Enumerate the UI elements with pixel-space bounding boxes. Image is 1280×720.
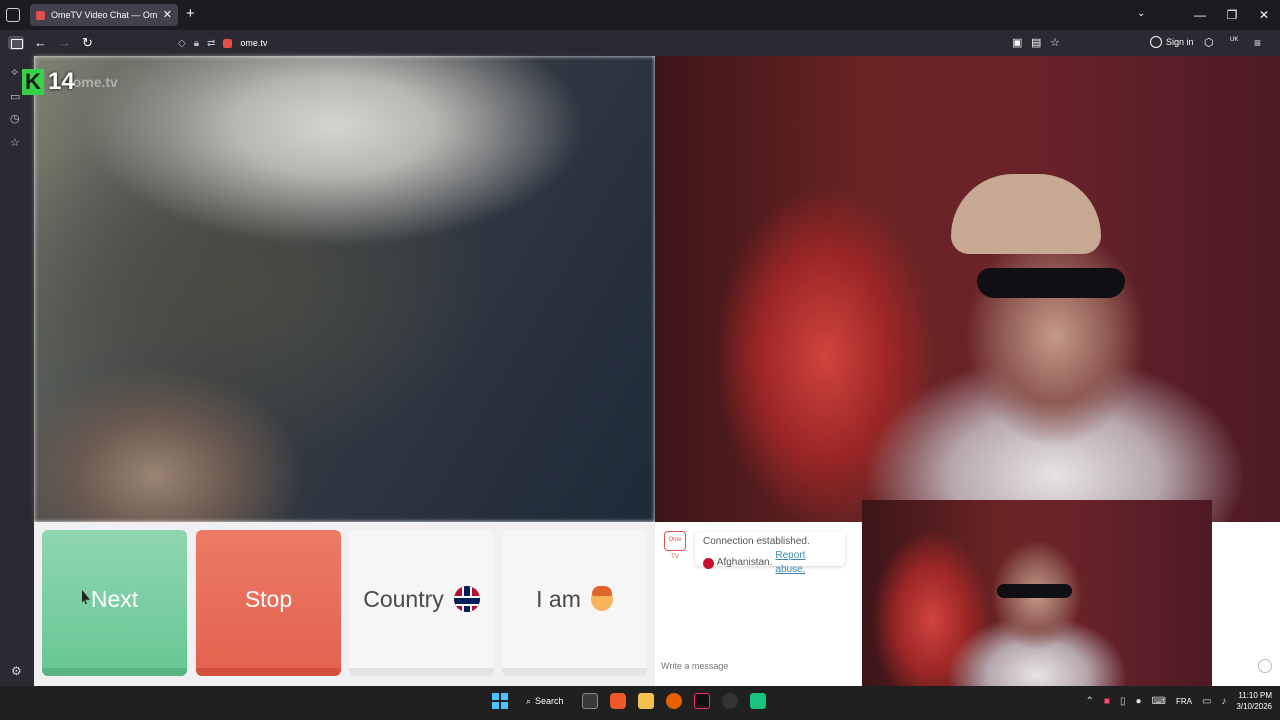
boy-emoji-icon (590, 586, 613, 611)
channel-k-logo: K (22, 69, 44, 95)
afghanistan-flag-icon (703, 557, 714, 569)
channel-number: 14 (48, 68, 75, 95)
search-label: Search (535, 696, 564, 706)
streamer-cap (951, 174, 1101, 254)
streamer-camera-video (655, 56, 1280, 522)
brave-browser-icon[interactable] (609, 693, 626, 709)
ometv-bot-avatar: Ome TV (664, 531, 686, 560)
system-tray: ⌃ ■ ▯ ● ⌨ FRA ▭ ♪ 11:10 PM 3/10/2026 (1086, 690, 1272, 712)
search-icon: ⌕ (526, 695, 532, 706)
tab-bar: OmeTV Video Chat — Omegle ✕ + ⌄ — ❐ ✕ (0, 0, 1280, 30)
window-controls: — ❐ ✕ (1184, 0, 1280, 30)
webcam-sunglasses (997, 584, 1072, 598)
list-all-tabs-icon[interactable]: ⌄ (1137, 8, 1145, 19)
volume-icon[interactable]: ♪ (1221, 696, 1226, 707)
country-label: Country (363, 585, 444, 612)
firefox-icon[interactable] (665, 693, 682, 709)
clock-time: 11:10 PM (1238, 691, 1272, 700)
sign-in-button[interactable]: Sign in (1150, 36, 1194, 48)
country-button[interactable]: Country (349, 530, 494, 676)
norway-flag-icon (453, 586, 480, 612)
partner-country: Afghanistan. (716, 557, 773, 568)
synced-tabs-icon[interactable]: ▭ (10, 90, 20, 103)
stop-button[interactable]: Stop (196, 530, 341, 676)
streamer-sunglasses (977, 268, 1125, 298)
partner-country-line: Afghanistan. Report abuse. (703, 549, 837, 577)
sidebar-toggle-icon[interactable] (8, 36, 24, 50)
taskbar-search-button[interactable]: ⌕ Search (520, 696, 570, 707)
emoji-picker-icon[interactable] (1258, 659, 1272, 673)
stop-label: Stop (244, 585, 293, 612)
bookmark-star-icon[interactable]: ☆ (1050, 35, 1060, 51)
next-button[interactable]: Next (42, 530, 187, 676)
system-message: Connection established. Afghanistan. Rep… (695, 532, 845, 575)
report-abuse-link[interactable]: Report abuse. (775, 549, 837, 577)
taskbar-clock[interactable]: 11:10 PM 3/10/2026 (1236, 690, 1272, 712)
streamer-webcam-overlay (862, 500, 1212, 692)
sign-in-label: Sign in (1166, 37, 1194, 47)
connection-status: Connection established. (703, 536, 810, 547)
extensions-icon[interactable]: ⬡ (1204, 35, 1214, 51)
task-view-icon[interactable] (581, 693, 598, 709)
next-label: Next (90, 585, 139, 612)
lock-icon[interactable]: 🔒︎ (194, 38, 199, 49)
active-tab[interactable]: OmeTV Video Chat — Omegle ✕ (30, 4, 178, 26)
bookmarks-icon[interactable]: ☆ (10, 136, 20, 149)
message-input[interactable] (661, 658, 861, 674)
chat-panel: Ome TV Connection established. Afghanist… (655, 500, 1280, 692)
keyboard-icon[interactable]: ⌨ (1152, 696, 1166, 707)
forward-icon[interactable]: → (58, 35, 71, 51)
customize-sidebar-gear-icon[interactable]: ⚙ (11, 664, 22, 678)
tracking-shield-icon[interactable]: ◇ (178, 38, 186, 49)
site-favicon-icon (223, 38, 233, 48)
taskbar-apps: ⌕ Search (492, 693, 766, 709)
ometv-page: K 14 ome.tv Next Stop Country I am Ome T… (22, 56, 1280, 692)
chat-controls: Next Stop Country I am (34, 522, 655, 686)
mouse-cursor-icon (82, 590, 90, 604)
input-language[interactable]: FRA (1176, 697, 1192, 706)
tiktok-icon[interactable] (693, 693, 710, 709)
minimize-button[interactable]: — (1184, 8, 1216, 22)
picture-in-picture-icon[interactable]: ▣ (1012, 35, 1022, 51)
ai-chatbot-icon[interactable]: ✧ (10, 66, 19, 79)
url-text[interactable]: ome.tv (240, 38, 267, 48)
file-explorer-icon[interactable] (637, 693, 654, 709)
microphone-icon[interactable]: ● (1135, 696, 1141, 707)
clock-date: 3/10/2026 (1236, 702, 1272, 711)
tab-title: OmeTV Video Chat — Omegle (51, 10, 157, 20)
reader-view-icon[interactable]: ▤ (1031, 35, 1041, 51)
permissions-icon[interactable]: ⇄ (207, 38, 215, 49)
stream-overlay-logo: K 14 ome.tv (22, 68, 118, 96)
gender-button[interactable]: I am (502, 530, 647, 676)
windows-start-icon[interactable] (492, 693, 508, 709)
history-icon[interactable]: ◷ (10, 112, 20, 125)
chat-app-icon[interactable] (749, 693, 766, 709)
maximize-button[interactable]: ❐ (1216, 8, 1248, 22)
tab-list-icon[interactable] (6, 8, 20, 22)
usb-icon[interactable]: ▯ (1120, 696, 1126, 707)
obs-icon[interactable] (721, 693, 738, 709)
reload-icon[interactable]: ↻ (82, 35, 93, 51)
windows-taskbar: ⌕ Search ⌃ ■ ▯ ● ⌨ FRA ▭ ♪ 11:10 PM 3/10… (0, 686, 1280, 720)
iam-label: I am (536, 585, 581, 612)
tray-app-icon[interactable]: ■ (1104, 696, 1110, 707)
network-icon[interactable]: ▭ (1202, 696, 1211, 707)
browser-sidebar: ✧ ▭ ◷ ☆ (0, 56, 34, 686)
ometv-favicon-icon (36, 10, 45, 20)
show-hidden-icons-icon[interactable]: ⌃ (1086, 696, 1094, 707)
tab-close-icon[interactable]: ✕ (163, 9, 172, 21)
profile-badge[interactable]: UK (1230, 32, 1238, 48)
account-icon (1150, 36, 1162, 48)
partner-video (34, 56, 655, 522)
new-tab-button[interactable]: + (186, 6, 195, 22)
back-icon[interactable]: ← (34, 35, 47, 51)
menu-icon[interactable]: ≡ (1254, 35, 1261, 51)
navigation-bar: ← → ↻ ◇ 🔒︎ ⇄ ome.tv ▣ ▤ ☆ Sign in ⬡ UK ≡ (0, 30, 1280, 56)
address-bar[interactable]: ◇ 🔒︎ ⇄ ome.tv (178, 34, 1068, 52)
close-window-button[interactable]: ✕ (1248, 8, 1280, 22)
ometv-watermark: ome.tv (72, 74, 118, 90)
